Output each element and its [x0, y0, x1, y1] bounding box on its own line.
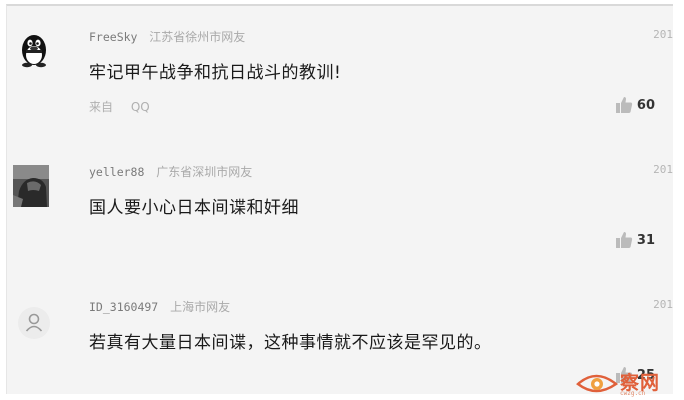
like-count: 60: [636, 97, 655, 113]
comment-header: ID_3160497 上海市网友: [89, 298, 230, 315]
comment-list: FreeSky 江苏省徐州市网友 201 牢记甲午战争和抗日战斗的教训! 来自 …: [6, 4, 673, 394]
user-photo-avatar[interactable]: [13, 165, 49, 207]
comment-text: 若真有大量日本间谍，这种事情就不应该是罕见的。: [89, 333, 492, 353]
comment-text: 国人要小心日本间谍和奸细: [89, 198, 299, 218]
user-location: 江苏省徐州市网友: [149, 30, 246, 44]
comment-date: 201: [653, 298, 673, 311]
like-button[interactable]: 60: [615, 96, 655, 114]
qq-penguin-icon[interactable]: [15, 30, 53, 68]
comment-header: FreeSky 江苏省徐州市网友: [89, 28, 245, 45]
thumbs-up-icon: [615, 97, 633, 113]
comment-header: yeller88 广东省深圳市网友: [89, 163, 252, 180]
username[interactable]: ID_3160497: [89, 300, 158, 314]
default-user-icon[interactable]: [17, 306, 51, 340]
like-button[interactable]: 31: [615, 231, 655, 249]
comment-item: FreeSky 江苏省徐州市网友 201 牢记甲午战争和抗日战斗的教训! 来自 …: [7, 16, 673, 136]
site-watermark: 察网 cwzg.cn: [576, 368, 680, 398]
comment-item: yeller88 广东省深圳市网友 201 国人要小心日本间谍和奸细 31: [7, 151, 673, 271]
comment-source: 来自 QQ: [89, 98, 150, 115]
thumbs-up-icon: [615, 232, 633, 248]
source-label: 来自: [89, 100, 114, 114]
username[interactable]: FreeSky: [89, 30, 137, 44]
eye-logo-icon: [576, 374, 618, 393]
username[interactable]: yeller88: [89, 165, 144, 179]
comment-date: 201: [653, 163, 673, 176]
comment-date: 201: [653, 28, 673, 41]
comment-item: ID_3160497 上海市网友 201 若真有大量日本间谍，这种事情就不应该是…: [7, 286, 673, 394]
user-location: 上海市网友: [170, 300, 231, 314]
source-value: QQ: [130, 100, 150, 114]
comment-text: 牢记甲午战争和抗日战斗的教训!: [89, 63, 342, 83]
watermark-url: cwzg.cn: [620, 390, 646, 397]
like-count: 31: [636, 232, 655, 248]
user-location: 广东省深圳市网友: [156, 165, 253, 179]
